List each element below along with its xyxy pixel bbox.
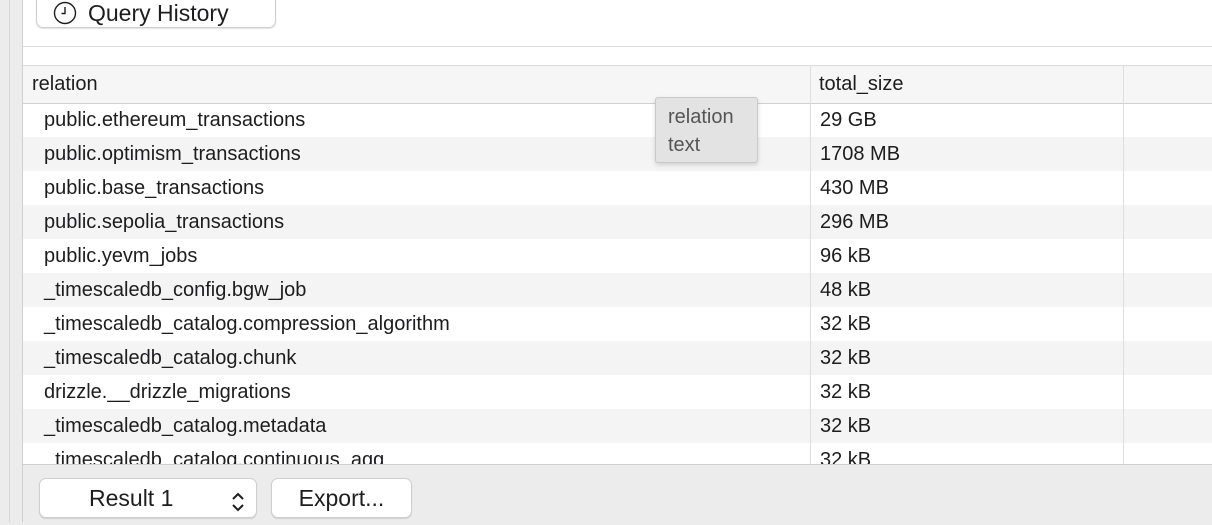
column-type-tooltip: relation text (655, 97, 758, 163)
table-row[interactable]: public.base_transactions 430 MB (23, 171, 1212, 205)
spacer (23, 47, 1212, 65)
total-size-cell[interactable]: 29 GB (820, 103, 877, 137)
relation-cell[interactable]: public.sepolia_transactions (44, 205, 284, 239)
relation-cell[interactable]: _timescaledb_catalog.compression_algorit… (44, 307, 450, 341)
total-size-cell[interactable]: 32 kB (820, 307, 871, 341)
relation-cell[interactable]: drizzle.__drizzle_migrations (44, 375, 291, 409)
table-row[interactable]: public.optimism_transactions 1708 MB (23, 137, 1212, 171)
relation-cell[interactable]: public.yevm_jobs (44, 239, 197, 273)
table-row[interactable]: public.yevm_jobs 96 kB (23, 239, 1212, 273)
table-row[interactable]: _timescaledb_catalog.continuous_agg 32 kB (23, 443, 1212, 465)
column-separator[interactable] (1123, 66, 1124, 465)
gutter-divider (9, 0, 10, 522)
left-gutter (0, 0, 23, 522)
relation-cell[interactable]: _timescaledb_catalog.continuous_agg (44, 443, 384, 465)
query-toolbar: Query History (23, 0, 1212, 47)
total-size-cell[interactable]: 32 kB (820, 443, 871, 465)
results-grid[interactable]: relation total_size public.ethereum_tran… (23, 65, 1212, 465)
query-history-button[interactable]: Query History (36, 0, 276, 28)
chevron-up-down-icon (230, 487, 246, 512)
table-row[interactable]: _timescaledb_catalog.chunk 32 kB (23, 341, 1212, 375)
query-history-label: Query History (88, 0, 229, 26)
tooltip-column-name: relation (668, 106, 734, 128)
relation-cell[interactable]: _timescaledb_catalog.chunk (44, 341, 296, 375)
grid-header: relation total_size (23, 66, 1212, 104)
grid-rows: public.ethereum_transactions 29 GB public.… (23, 103, 1212, 465)
total-size-cell[interactable]: 48 kB (820, 273, 871, 307)
relation-cell[interactable]: _timescaledb_catalog.metadata (44, 409, 326, 443)
total-size-cell[interactable]: 1708 MB (820, 137, 900, 171)
relation-cell[interactable]: public.optimism_transactions (44, 137, 301, 171)
column-separator[interactable] (810, 66, 811, 465)
column-header-total-size[interactable]: total_size (810, 66, 1123, 103)
clock-icon (53, 1, 77, 25)
relation-cell[interactable]: public.ethereum_transactions (44, 103, 305, 137)
results-footer: Result 1 Export... (23, 464, 1212, 523)
total-size-cell[interactable]: 32 kB (820, 409, 871, 443)
total-size-cell[interactable]: 430 MB (820, 171, 889, 205)
total-size-cell[interactable]: 96 kB (820, 239, 871, 273)
relation-cell[interactable]: _timescaledb_config.bgw_job (44, 273, 306, 307)
table-row[interactable]: _timescaledb_catalog.metadata 32 kB (23, 409, 1212, 443)
total-size-cell[interactable]: 32 kB (820, 375, 871, 409)
table-row[interactable]: _timescaledb_catalog.compression_algorit… (23, 307, 1212, 341)
query-results-pane: Query History relation total_size public… (23, 0, 1212, 523)
relation-cell[interactable]: public.base_transactions (44, 171, 264, 205)
total-size-cell[interactable]: 32 kB (820, 341, 871, 375)
tooltip-column-type: text (668, 134, 701, 156)
table-row[interactable]: drizzle.__drizzle_migrations 32 kB (23, 375, 1212, 409)
table-row[interactable]: public.sepolia_transactions 296 MB (23, 205, 1212, 239)
total-size-cell[interactable]: 296 MB (820, 205, 889, 239)
export-button[interactable]: Export... (271, 478, 412, 518)
result-select-value: Result 1 (89, 485, 174, 511)
table-row[interactable]: public.ethereum_transactions 29 GB (23, 103, 1212, 137)
table-row[interactable]: _timescaledb_config.bgw_job 48 kB (23, 273, 1212, 307)
result-select[interactable]: Result 1 (39, 478, 257, 518)
